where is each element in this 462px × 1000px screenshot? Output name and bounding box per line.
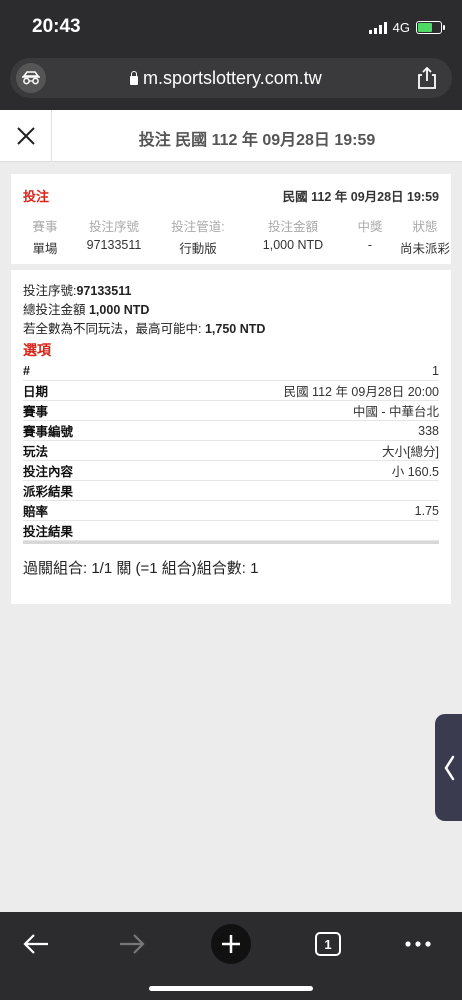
max-win-line: 若全數為不同玩法，最高可能中: 1,750 NTD	[23, 318, 265, 337]
options-title: 選項	[23, 342, 51, 358]
summary-header-win: 中獎	[357, 220, 383, 234]
tabs-button[interactable]: 1	[304, 920, 352, 968]
table-row: #1	[23, 361, 439, 381]
total-label: 總投注金額	[23, 303, 89, 317]
browser-url-area: m.sportslottery.com.tw	[0, 54, 462, 110]
table-row: 派彩結果	[23, 481, 439, 501]
summary-value-channel: 行動版	[179, 242, 217, 256]
total-line: 總投注金額 1,000 NTD	[23, 299, 149, 318]
serial-line: 投注序號:97133511	[23, 280, 131, 299]
row-key: 賠率	[23, 505, 49, 519]
row-value: 民國 112 年 09月28日 20:00	[283, 385, 439, 399]
summary-value-serial: 97133511	[86, 238, 142, 252]
summary-header-amount: 投注金額	[267, 220, 318, 234]
bet-detail-card: 投注序號:97133511 總投注金額 1,000 NTD 若全數為不同玩法，最…	[11, 270, 451, 604]
arrow-right-icon	[120, 934, 145, 954]
summary-value-event: 單場	[32, 242, 58, 256]
serial-value: 97133511	[76, 284, 132, 298]
total-value: 1,000 NTD	[88, 303, 150, 317]
row-key: 賽事編號	[23, 425, 74, 439]
url-text-wrap[interactable]: m.sportslottery.com.tw	[130, 68, 322, 89]
row-key: 賽事	[23, 405, 49, 419]
lock-icon	[130, 70, 138, 85]
page-title: 投注 民國 112 年 09月28日 19:59	[138, 132, 376, 149]
row-value: 338	[418, 423, 439, 438]
home-indicator	[149, 986, 313, 991]
summary-grid: 賽事 投注序號 投注管道: 投注金額 中獎 狀態 單場 97133511 行動版…	[17, 216, 450, 257]
summary-value-status: 尚未派彩	[399, 242, 450, 256]
plus-icon	[211, 924, 251, 964]
row-value: 中國 - 中華台北	[352, 405, 439, 419]
table-row: 賽事 中國 - 中華台北	[23, 401, 439, 421]
table-row: 賽事編號 338	[23, 421, 439, 441]
tabs-icon: 1	[315, 932, 341, 956]
status-indicators: 4G	[368, 20, 445, 35]
close-icon	[16, 127, 35, 145]
summary-header-serial: 投注序號	[88, 220, 139, 234]
close-button[interactable]	[0, 110, 52, 162]
row-key: 派彩結果	[23, 485, 74, 499]
summary-value-amount: 1,000 NTD	[262, 238, 324, 252]
summary-header-event: 賽事	[32, 220, 58, 234]
chevron-left-icon	[444, 755, 454, 780]
table-row: 日期 民國 112 年 09月28日 20:00	[23, 381, 439, 401]
max-win-value: 1,750 NTD	[204, 322, 266, 336]
side-drawer-toggle[interactable]	[435, 714, 462, 821]
table-divider	[23, 541, 439, 544]
status-time: 20:43	[32, 16, 81, 37]
status-bar: 20:43 4G	[0, 0, 462, 54]
serial-label: 投注序號:	[23, 284, 77, 298]
url-text: m.sportslottery.com.tw	[143, 68, 322, 88]
more-button[interactable]	[394, 920, 442, 968]
row-key: 玩法	[23, 445, 49, 459]
combo-summary: 過關組合: 1/1 關 (=1 組合)組合數: 1	[23, 560, 259, 577]
table-row: 賠率 1.75	[23, 501, 439, 521]
arrow-left-icon	[23, 934, 48, 954]
row-value: 1	[432, 363, 439, 378]
summary-header-channel: 投注管道:	[171, 220, 225, 234]
table-row: 玩法 大小[總分]	[23, 441, 439, 461]
more-icon	[405, 941, 431, 947]
incognito-icon[interactable]	[16, 63, 46, 93]
bet-date: 民國 112 年 09月28日 19:59	[282, 190, 439, 204]
page-header: 投注 民國 112 年 09月28日 19:59	[0, 110, 462, 162]
summary-header-status: 狀態	[412, 220, 438, 234]
signal-icon	[368, 21, 387, 34]
new-tab-button[interactable]	[207, 920, 255, 968]
max-win-label: 若全數為不同玩法，最高可能中:	[23, 322, 205, 336]
table-row: 投注內容 小 160.5	[23, 461, 439, 481]
row-key: 投注內容	[23, 465, 74, 479]
bet-label: 投注	[23, 189, 50, 204]
forward-button[interactable]	[108, 920, 156, 968]
row-key: #	[23, 363, 30, 378]
row-value: 小 160.5	[391, 465, 439, 479]
bet-summary-card: 投注 民國 112 年 09月28日 19:59 賽事 投注序號 投注管道: 投…	[11, 174, 451, 264]
back-button[interactable]	[12, 920, 60, 968]
share-icon[interactable]	[414, 65, 440, 91]
battery-icon	[416, 21, 445, 34]
row-value: 1.75	[414, 503, 439, 518]
summary-value-win: -	[367, 238, 373, 252]
address-bar[interactable]: m.sportslottery.com.tw	[10, 58, 452, 98]
row-key: 投注結果	[23, 525, 74, 539]
table-row: 投注結果	[23, 521, 439, 541]
detail-table: #1 日期 民國 112 年 09月28日 20:00 賽事 中國 - 中華台北 賽…	[23, 361, 439, 544]
network-type: 4G	[392, 20, 410, 35]
row-key: 日期	[23, 385, 49, 399]
row-value: 大小[總分]	[382, 445, 439, 459]
